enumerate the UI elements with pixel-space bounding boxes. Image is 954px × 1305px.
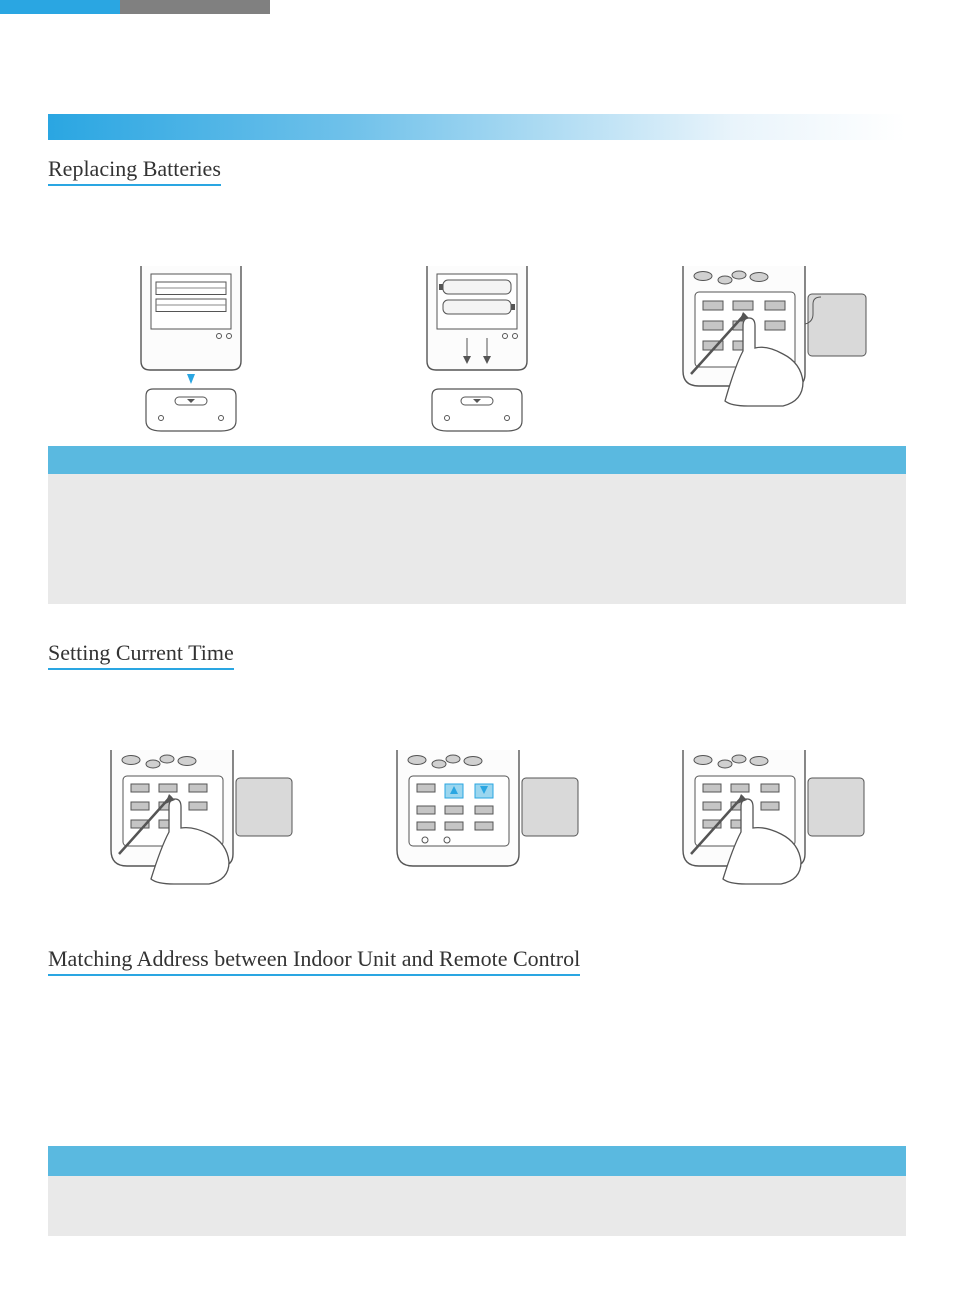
section-gradient-bar [48,114,906,140]
illustration-row-batteries [48,266,906,436]
heading-setting-current-time: Setting Current Time [48,640,234,670]
heading-replacing-batteries: Replacing Batteries [48,156,221,186]
illus-remote-insert-batteries [387,266,567,436]
illus-remote-back-cover-off [101,266,281,436]
top-decorative-bars [0,0,954,14]
page-content: Replacing Batteries [0,114,954,1236]
note-bar-body [48,474,906,604]
note-bar-header [48,446,906,474]
bottom-blue-band [48,1146,906,1176]
top-bar-gray [120,0,270,14]
illus-time-step1 [101,750,281,920]
heading-matching-address: Matching Address between Indoor Unit and… [48,946,580,976]
bottom-gray-band [48,1176,906,1236]
illus-time-step3 [673,750,853,920]
illus-time-step2 [387,750,567,920]
illus-remote-front-press [673,266,853,436]
top-bar-blue [0,0,120,14]
manual-page: Replacing Batteries [0,0,954,1305]
illustration-row-time [48,750,906,920]
